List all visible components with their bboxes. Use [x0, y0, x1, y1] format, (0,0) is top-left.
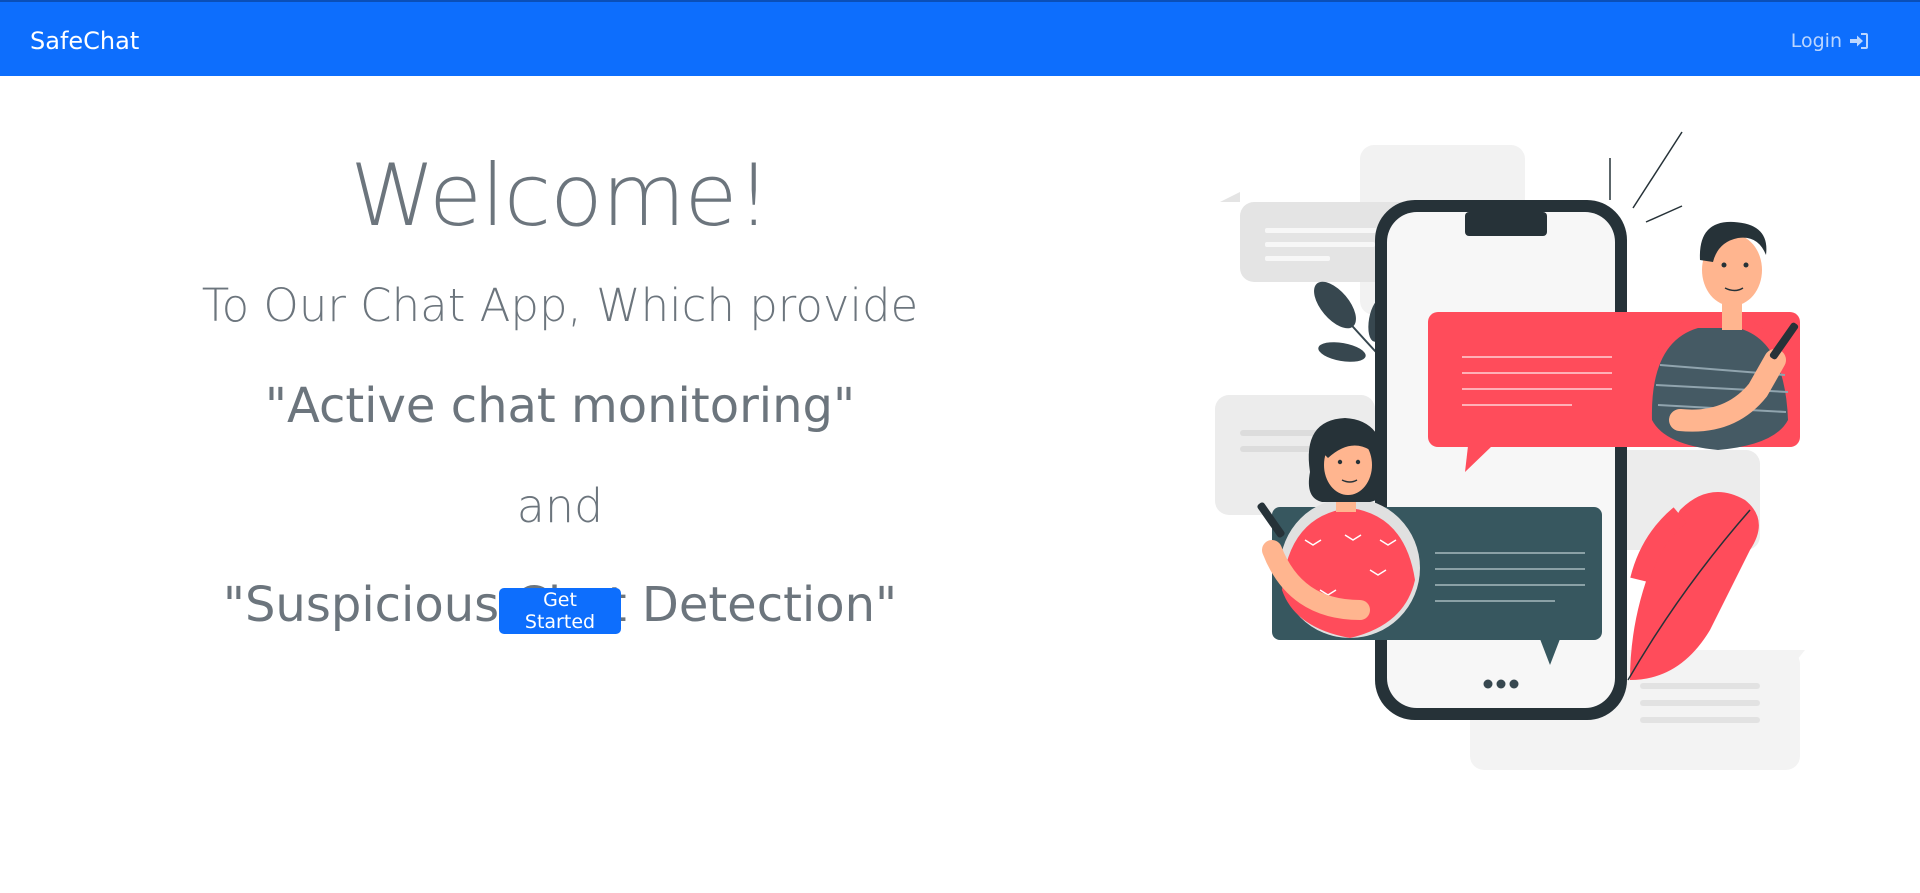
login-label: Login — [1790, 30, 1842, 52]
get-started-button[interactable]: Get Started — [499, 588, 621, 634]
login-link[interactable]: Login — [1791, 29, 1870, 53]
hero-subtitle: To Our Chat App, Which provide — [201, 279, 919, 332]
navbar: SafeChat Login — [0, 0, 1920, 76]
accent-lines — [1609, 131, 1683, 223]
people-chatting-illustration — [1215, 131, 1805, 770]
connector-text: and — [516, 479, 604, 533]
feature-active-monitoring: "Active chat monitoring" — [264, 378, 856, 434]
sign-in-icon — [1850, 33, 1868, 49]
phone-graphic — [1375, 200, 1627, 720]
welcome-heading: Welcome! — [350, 146, 771, 246]
brand-logo-link[interactable]: SafeChat — [30, 26, 139, 56]
